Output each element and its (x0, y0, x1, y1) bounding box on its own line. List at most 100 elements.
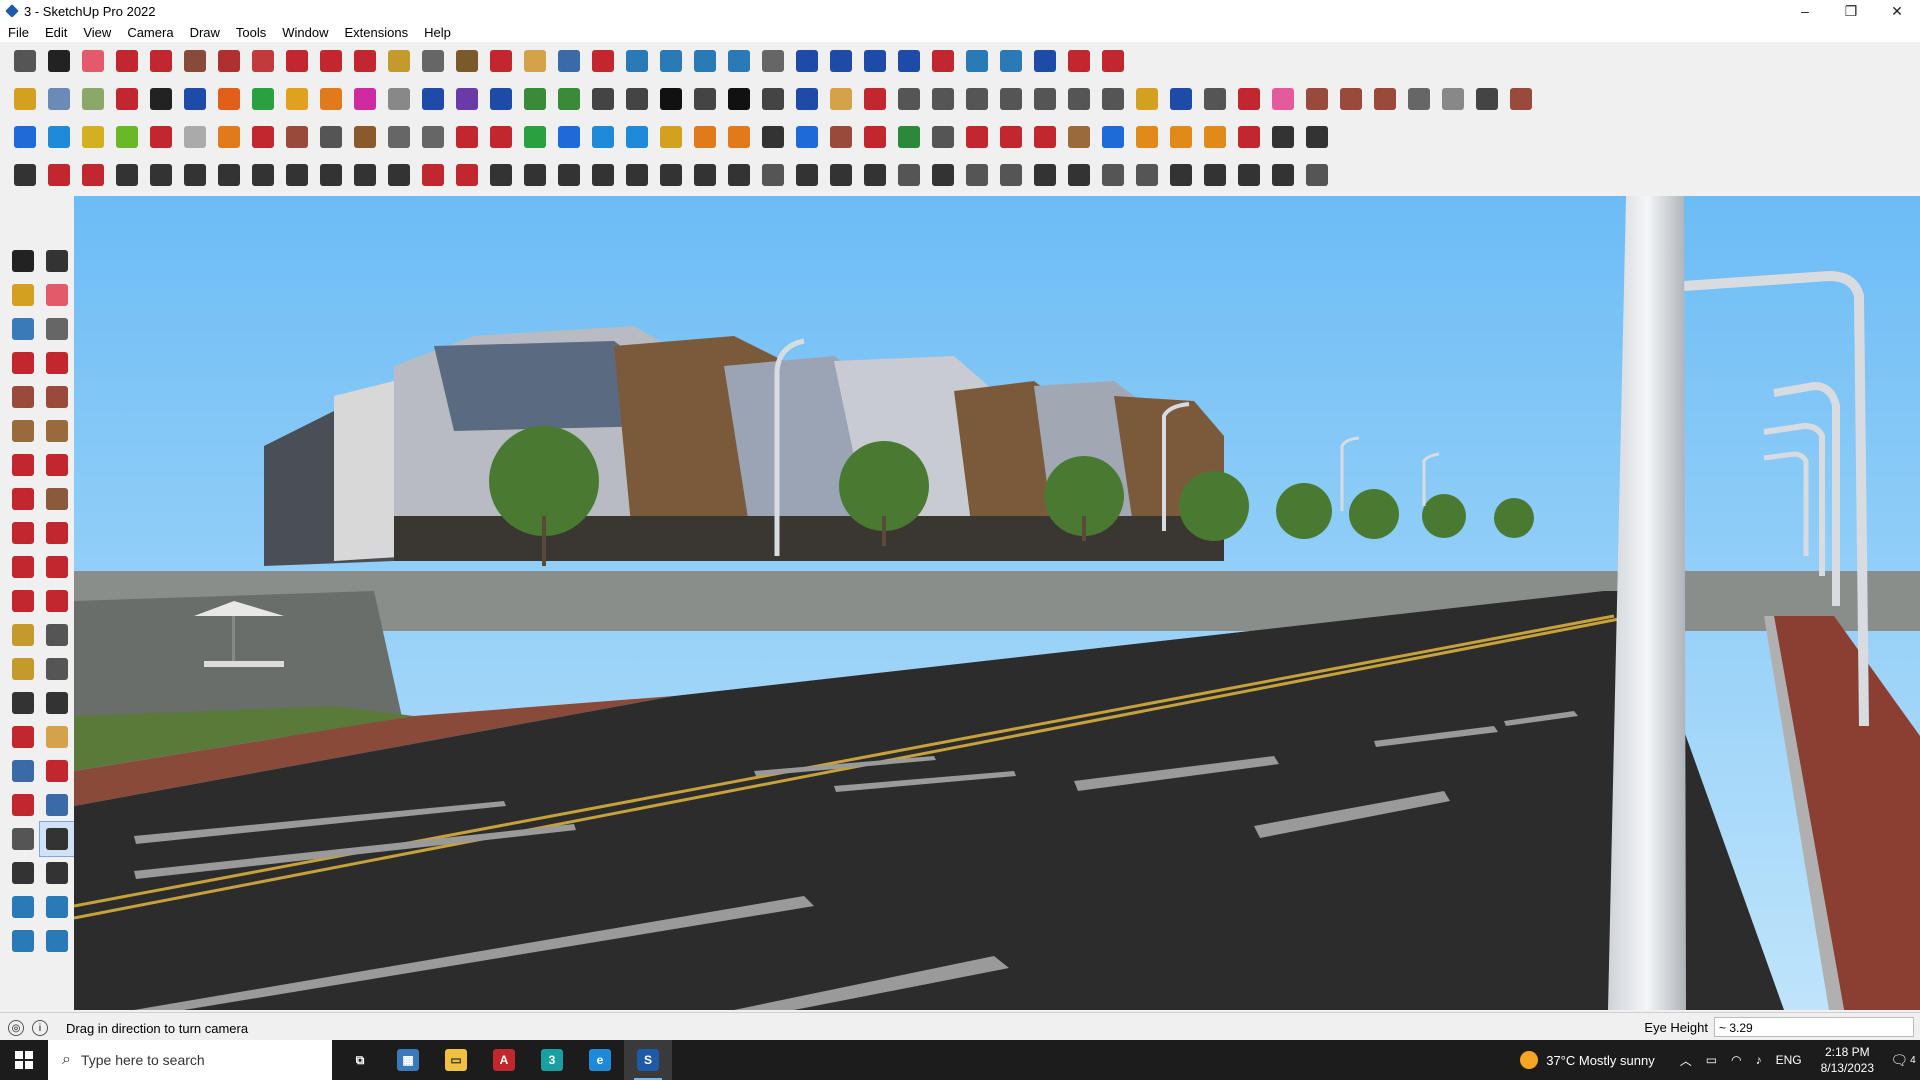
push-pink-tool[interactable] (350, 84, 380, 114)
grid-tile-tool[interactable] (1336, 84, 1366, 114)
stripe3-tool[interactable] (1234, 160, 1264, 190)
component-maker-tool[interactable] (6, 312, 40, 346)
minimize-button[interactable]: – (1782, 0, 1828, 22)
fillet-tool[interactable] (418, 122, 448, 152)
corner-tool[interactable] (350, 160, 380, 190)
wifi-icon[interactable]: ◠ (1731, 1053, 1741, 1067)
bucket-tool[interactable] (826, 122, 856, 152)
slash-blue2-tool[interactable] (486, 84, 516, 114)
freehand-tool[interactable] (40, 346, 74, 380)
cross-green-tool[interactable] (520, 122, 550, 152)
arc-3pt-tool[interactable] (6, 482, 40, 516)
hatch-tool[interactable] (1064, 160, 1094, 190)
cone-tool[interactable] (588, 122, 618, 152)
fence-tool[interactable] (554, 160, 584, 190)
lasso-x-tool[interactable] (724, 122, 754, 152)
zoom-extents-tool[interactable] (6, 788, 40, 822)
curve-red-tool[interactable] (452, 122, 482, 152)
clock[interactable]: 2:18 PM 8/13/2023 (1821, 1044, 1874, 1076)
rotated-rect-tool[interactable] (40, 380, 74, 414)
curve-tool[interactable] (384, 84, 414, 114)
house-iso-tool[interactable] (588, 84, 618, 114)
3d-viewport[interactable] (74, 196, 1920, 1010)
push-orange-tool[interactable] (214, 84, 244, 114)
grid-orange3-tool[interactable] (1200, 122, 1230, 152)
plane-green-tool[interactable] (112, 122, 142, 152)
roof3-tool[interactable] (1438, 84, 1468, 114)
rotate-tool[interactable] (316, 46, 346, 76)
circle-tool[interactable] (6, 414, 40, 448)
plane-blue2-tool[interactable] (44, 122, 74, 152)
slash-blue-tool[interactable] (418, 84, 448, 114)
orbit-dark-tool[interactable] (40, 244, 74, 278)
copy-red-tool[interactable] (962, 122, 992, 152)
section-plane-tool[interactable] (40, 856, 74, 890)
roof2-tool[interactable] (1404, 84, 1434, 114)
taskbar-search[interactable]: ⌕ Type here to search (48, 1040, 332, 1080)
push-blue-tool[interactable] (180, 84, 210, 114)
globe2-tool[interactable] (1200, 160, 1230, 190)
bezier-red-tool[interactable] (44, 160, 74, 190)
stack-tool[interactable] (724, 160, 754, 190)
volume-icon[interactable]: ♪ (1756, 1053, 1762, 1067)
tile-green-tool[interactable] (520, 84, 550, 114)
polygon-tool[interactable] (40, 414, 74, 448)
select-blue-tool[interactable] (1166, 84, 1196, 114)
menu-tools[interactable]: Tools (228, 25, 274, 40)
eye-height-input[interactable]: ~ 3.29 (1714, 1017, 1914, 1037)
globe-tool[interactable] (1166, 160, 1196, 190)
house-outline-tool[interactable] (724, 84, 754, 114)
shape-hex-tool[interactable] (962, 84, 992, 114)
section-plane-tool[interactable] (622, 46, 652, 76)
paint-bucket-tool[interactable] (452, 46, 482, 76)
paint-bucket-tool[interactable] (6, 278, 40, 312)
menu-help[interactable]: Help (416, 25, 459, 40)
slash-purple-tool[interactable] (452, 84, 482, 114)
geo-location-icon[interactable]: ◎ (8, 1020, 24, 1036)
scale-tool[interactable] (6, 584, 40, 618)
flag-tool[interactable] (316, 122, 346, 152)
follow-me-tool[interactable] (40, 550, 74, 584)
shape-circle-tool[interactable] (928, 84, 958, 114)
plane-yellow-tool[interactable] (78, 122, 108, 152)
arrow-swap-tool[interactable] (928, 46, 958, 76)
maximize-button[interactable]: ❐ (1828, 0, 1874, 22)
look-around-tool[interactable] (39, 821, 75, 857)
rectangle-tool[interactable] (6, 380, 40, 414)
axes-tool[interactable] (962, 46, 992, 76)
loop-tool[interactable] (214, 122, 244, 152)
menu-file[interactable]: File (0, 25, 37, 40)
shape-rect-tool[interactable] (894, 84, 924, 114)
house-front-tool[interactable] (622, 84, 652, 114)
copy-red2-tool[interactable] (996, 122, 1026, 152)
transform-tool[interactable] (1200, 84, 1230, 114)
menu-view[interactable]: View (75, 25, 119, 40)
house-back-tool[interactable] (690, 84, 720, 114)
menu-camera[interactable]: Camera (119, 25, 181, 40)
gear-outline-tool[interactable] (146, 160, 176, 190)
spiral-tool[interactable] (588, 160, 618, 190)
curl-tool[interactable] (452, 160, 482, 190)
line-pencil-tool[interactable] (6, 346, 40, 380)
stripe-tool[interactable] (928, 160, 958, 190)
plane-blue-tool[interactable] (10, 122, 40, 152)
acrobat-taskbar-button[interactable]: A (480, 1040, 528, 1080)
wing3-tool[interactable] (860, 160, 890, 190)
bridge-tool[interactable] (894, 160, 924, 190)
morph-tool[interactable] (180, 160, 210, 190)
qr-grid-tool[interactable] (1302, 122, 1332, 152)
shape-parallel-tool[interactable] (1030, 84, 1060, 114)
section-cuts-tool[interactable] (40, 890, 74, 924)
rotate-dark-tool[interactable] (758, 122, 788, 152)
sphere-tool[interactable] (282, 160, 312, 190)
bend-tool[interactable] (316, 160, 346, 190)
leaf-outline-tool[interactable] (656, 160, 686, 190)
offset-red-tool[interactable] (248, 122, 278, 152)
plane-grey-tool[interactable] (180, 122, 210, 152)
wing2-tool[interactable] (826, 160, 856, 190)
tag-tool[interactable] (40, 312, 74, 346)
layout-tool[interactable] (1098, 46, 1128, 76)
arc-2pt-tool[interactable] (40, 448, 74, 482)
zoom-tool[interactable] (554, 46, 584, 76)
hatch2-tool[interactable] (1098, 160, 1128, 190)
